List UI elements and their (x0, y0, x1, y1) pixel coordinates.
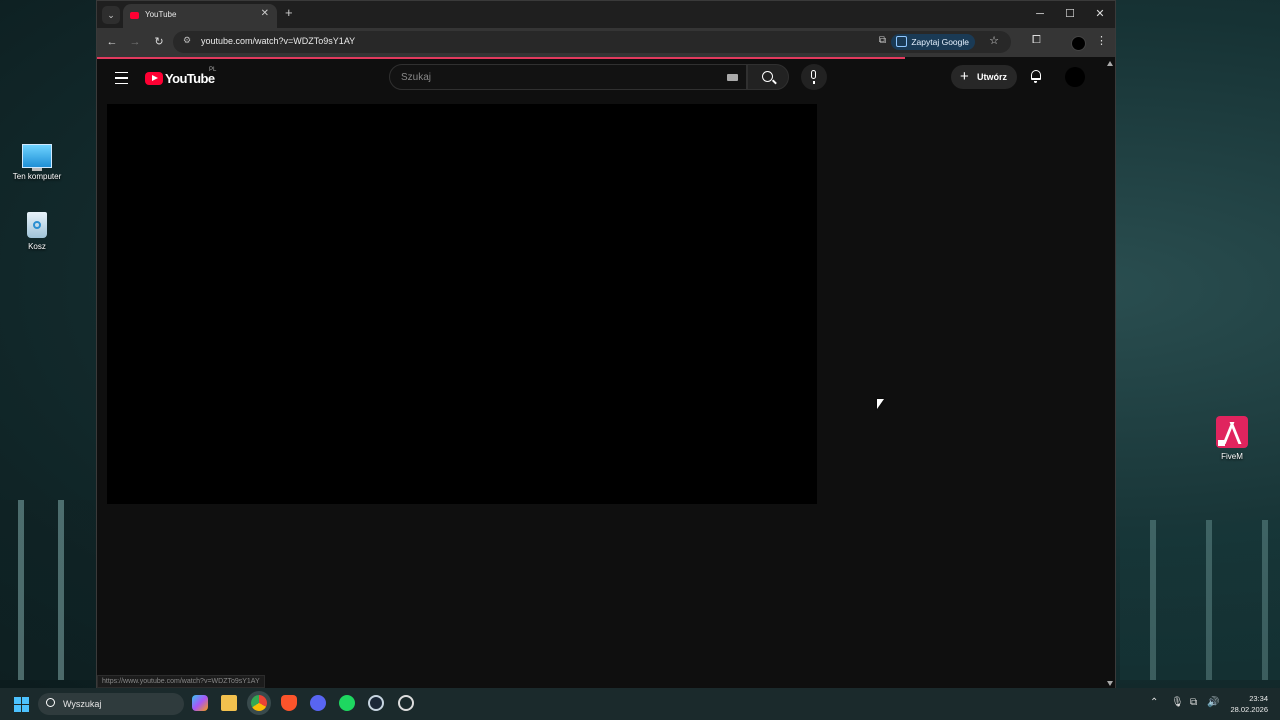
microphone-icon (811, 70, 816, 79)
copilot-icon[interactable] (192, 695, 208, 711)
extensions-icon[interactable]: ⧠ (1032, 34, 1041, 47)
volume-icon[interactable]: 🔊 (1207, 697, 1219, 708)
monitor-icon (22, 144, 52, 171)
network-icon[interactable]: ⧉ (1190, 697, 1197, 708)
recycle-bin-icon (27, 212, 47, 238)
country-code: PL (209, 67, 217, 73)
show-hidden-icons-chevron-icon[interactable]: ⌃ (1150, 697, 1158, 708)
create-button[interactable]: + Utwórz (951, 65, 1017, 89)
taskbar-search[interactable]: Wyszukaj (38, 693, 184, 715)
guide-menu-icon[interactable] (115, 72, 128, 84)
desktop-icon-fivem[interactable]: FiveM (1197, 416, 1267, 461)
plus-icon: + (960, 68, 969, 85)
discord-icon[interactable] (310, 695, 326, 711)
search-icon (46, 698, 55, 707)
maximize-button[interactable]: ☐ (1055, 4, 1085, 24)
file-explorer-icon[interactable] (221, 695, 237, 711)
desktop-icon-label: FiveM (1221, 452, 1243, 461)
youtube-logo-text: YouTube (165, 71, 215, 87)
spotify-icon[interactable] (339, 695, 355, 711)
tab-title: YouTube (145, 10, 177, 19)
steam-icon[interactable] (368, 695, 384, 711)
search-placeholder: Szukaj (401, 72, 432, 83)
browser-toolbar: ← → ↻ ⚙ youtube.com/watch?v=WDZTo9sY1AY … (97, 28, 1115, 57)
youtube-favicon-icon (130, 12, 139, 19)
browser-menu-icon[interactable]: ⋮ (1096, 34, 1107, 47)
clock-time: 23:34 (1249, 694, 1268, 703)
back-button[interactable]: ← (104, 34, 120, 50)
desktop-wallpaper-railing (1120, 520, 1280, 680)
search-icon (762, 71, 773, 82)
profile-avatar[interactable] (1071, 36, 1086, 51)
close-window-button[interactable]: ✕ (1085, 4, 1115, 24)
close-tab-icon[interactable]: ✕ (261, 8, 269, 19)
youtube-play-icon (145, 72, 163, 86)
bookmark-star-icon[interactable]: ☆ (989, 34, 999, 47)
mouse-cursor-icon (877, 399, 884, 409)
google-lens-icon (896, 36, 908, 47)
chrome-icon[interactable] (251, 695, 267, 711)
desktop-wallpaper-railing (0, 500, 96, 680)
desktop-icon-this-pc[interactable]: Ten komputer (2, 144, 72, 181)
create-label: Utwórz (977, 72, 1007, 82)
tab-search-button[interactable]: ⌄ (102, 6, 120, 24)
clock-date: 28.02.2026 (1230, 705, 1268, 714)
desktop-icon-label: Kosz (28, 242, 46, 251)
minimize-button[interactable]: ─ (1025, 4, 1055, 24)
desktop-icon-label: Ten komputer (12, 172, 62, 181)
fivem-icon (1216, 416, 1248, 448)
reload-button[interactable]: ↻ (151, 34, 167, 50)
install-app-icon[interactable]: ⧉ (879, 35, 886, 46)
ask-google-label: Zapytaj Google (911, 37, 969, 47)
taskbar-search-label: Wyszukaj (63, 699, 102, 709)
ask-google-button[interactable]: Zapytaj Google (891, 34, 975, 50)
microphone-icon[interactable]: 🎙 (1171, 697, 1184, 708)
video-player[interactable] (107, 104, 817, 504)
desktop-icon-recycle-bin[interactable]: Kosz (2, 212, 72, 251)
brave-icon[interactable] (281, 695, 297, 711)
app-icon[interactable] (398, 695, 414, 711)
tab-strip: ⌄ YouTube ✕ + ─ ☐ ✕ (97, 1, 1115, 28)
status-bubble: https://www.youtube.com/watch?v=WDZTo9sY… (97, 675, 265, 688)
new-tab-button[interactable]: + (285, 5, 293, 20)
notifications-bell-icon[interactable] (1031, 70, 1041, 83)
address-bar[interactable]: ⚙ youtube.com/watch?v=WDZTo9sY1AY ⧉ Zapy… (173, 31, 1011, 53)
page-scrollbar[interactable] (1105, 59, 1115, 689)
start-button[interactable] (14, 697, 29, 712)
account-avatar[interactable] (1065, 67, 1085, 87)
taskbar: Wyszukaj ⌃ 🎙 ⧉ 🔊 23:34 28.02.2026 (0, 688, 1280, 720)
system-clock[interactable]: 23:34 28.02.2026 (1226, 693, 1268, 715)
site-info-icon[interactable]: ⚙ (183, 35, 191, 46)
tab-youtube[interactable]: YouTube ✕ (123, 4, 277, 28)
browser-window: ⌄ YouTube ✕ + ─ ☐ ✕ ← → ↻ ⚙ youtube.com/… (96, 0, 1116, 689)
scroll-down-arrow-icon[interactable] (1107, 681, 1113, 686)
youtube-page: YouTube PL Szukaj + Utwórz (97, 59, 1105, 689)
youtube-masthead: YouTube PL Szukaj + Utwórz (97, 59, 1105, 95)
search-input[interactable]: Szukaj (389, 64, 747, 90)
search-button[interactable] (747, 64, 789, 90)
forward-button[interactable]: → (127, 34, 143, 50)
voice-search-button[interactable] (801, 64, 827, 90)
keyboard-icon[interactable] (727, 74, 738, 81)
scroll-up-arrow-icon[interactable] (1107, 61, 1113, 66)
youtube-logo[interactable]: YouTube PL (145, 67, 217, 88)
address-url[interactable]: youtube.com/watch?v=WDZTo9sY1AY (201, 36, 355, 46)
